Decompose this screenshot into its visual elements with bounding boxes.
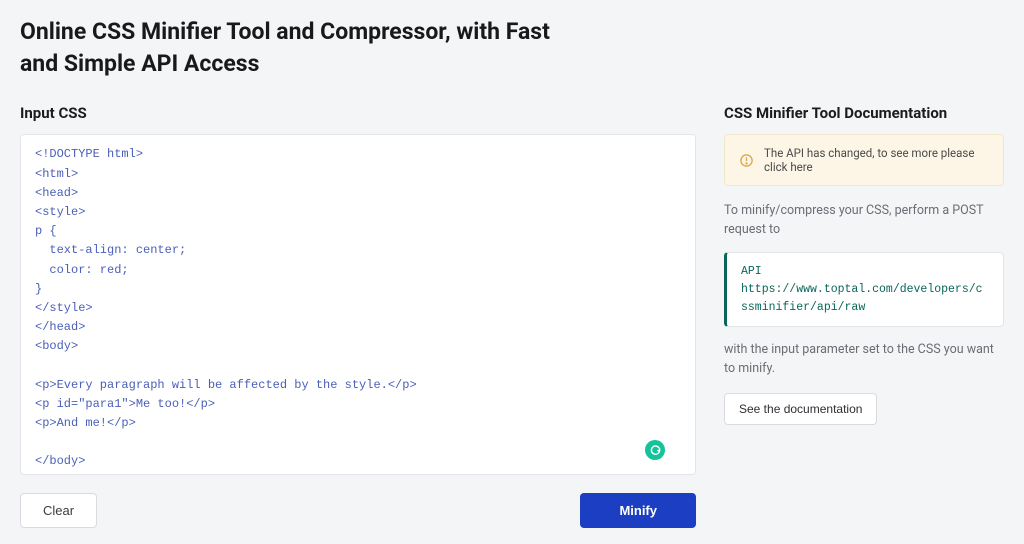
input-column: Input CSS Clear Minify <box>20 104 696 528</box>
api-url: https://www.toptal.com/developers/cssmin… <box>741 281 989 317</box>
textarea-container <box>20 134 696 475</box>
minify-button[interactable]: Minify <box>580 493 696 528</box>
clear-button[interactable]: Clear <box>20 493 97 528</box>
warning-icon <box>739 153 754 168</box>
documentation-column: CSS Minifier Tool Documentation The API … <box>724 104 1004 424</box>
docs-heading: CSS Minifier Tool Documentation <box>724 104 1004 122</box>
api-label: API <box>741 263 989 281</box>
docs-intro-text: To minify/compress your CSS, perform a P… <box>724 202 1004 240</box>
css-input-textarea[interactable] <box>21 135 695 470</box>
main-layout: Input CSS Clear Minify CSS Minifier Tool… <box>20 104 1004 528</box>
api-endpoint-block: API https://www.toptal.com/developers/cs… <box>724 252 1004 327</box>
page-title: Online CSS Minifier Tool and Compressor,… <box>20 16 580 80</box>
input-heading: Input CSS <box>20 104 696 122</box>
see-documentation-button[interactable]: See the documentation <box>724 393 877 425</box>
button-row: Clear Minify <box>20 493 696 528</box>
api-change-alert[interactable]: The API has changed, to see more please … <box>724 134 1004 186</box>
alert-text: The API has changed, to see more please … <box>764 146 989 174</box>
docs-followup-text: with the input parameter set to the CSS … <box>724 341 1004 379</box>
